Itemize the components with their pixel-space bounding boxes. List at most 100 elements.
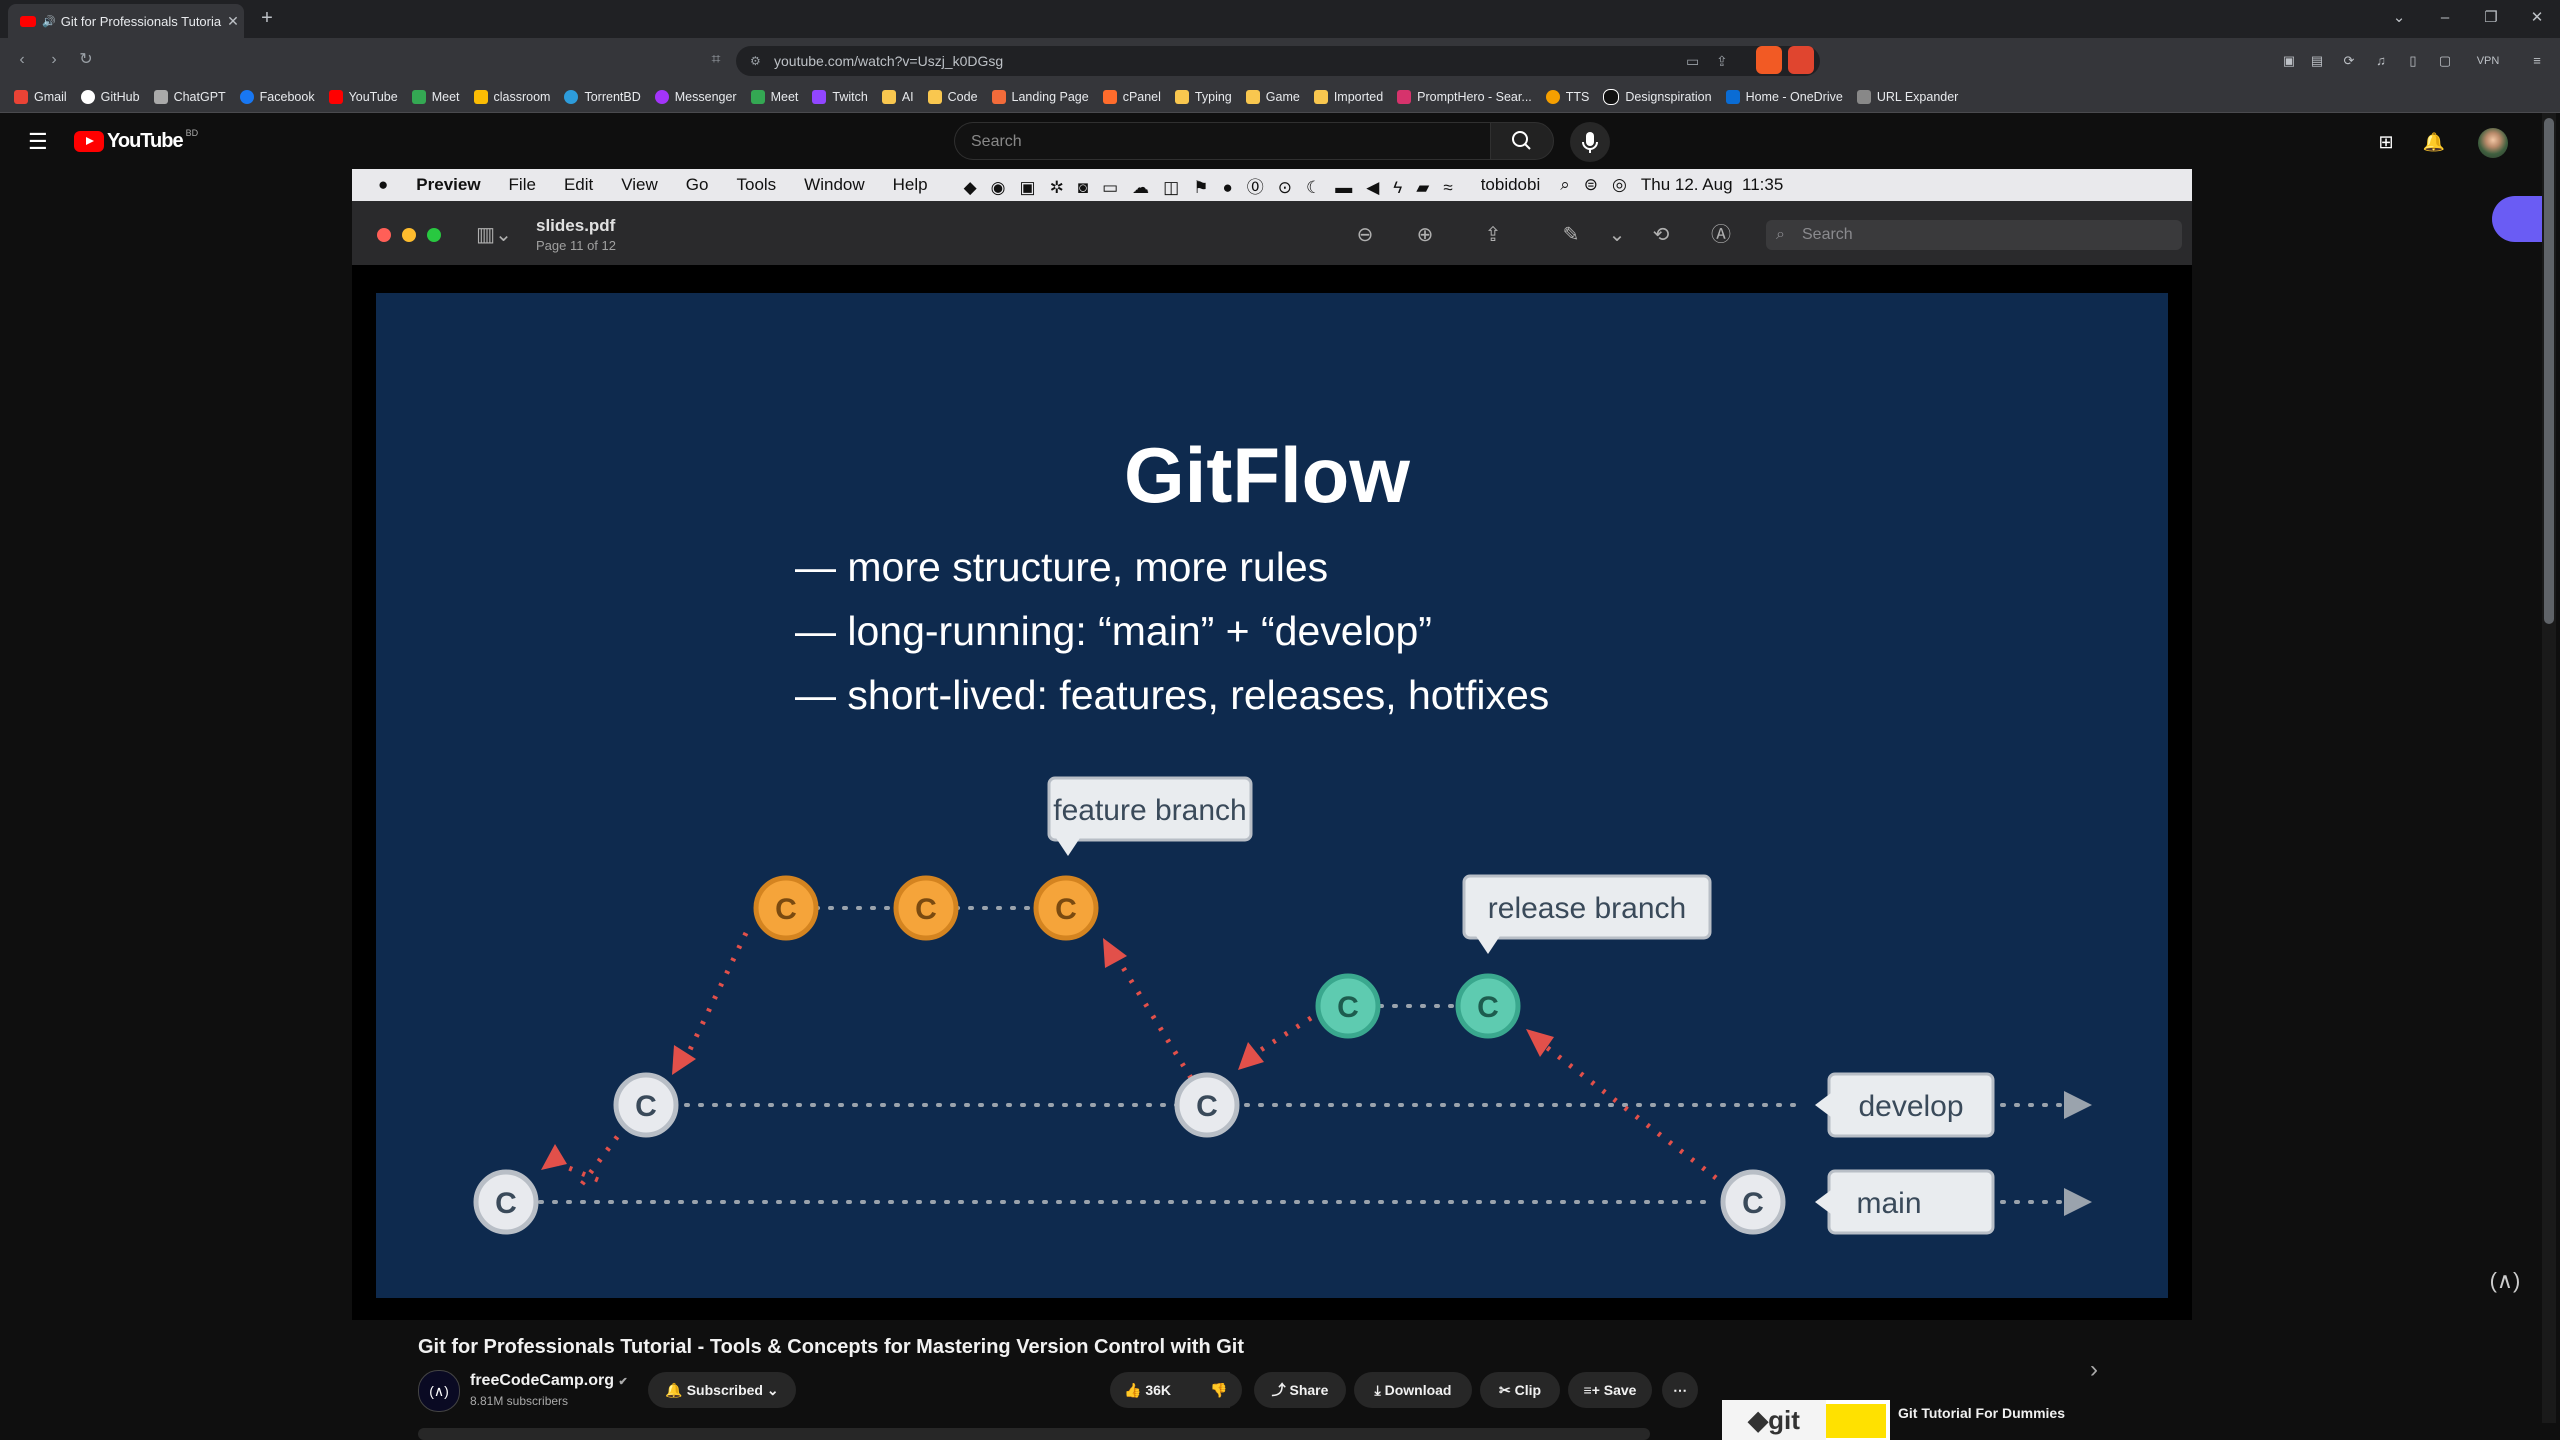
close-traffic-light xyxy=(377,228,391,242)
status-icons: ◆◉▣✲◙▭☁◫⚑●⓪⊙☾▬◀ϟ▰≈ xyxy=(963,177,1467,197)
tab-search-icon[interactable]: ⌄ xyxy=(2384,6,2414,30)
bookmark-page-icon[interactable]: ⌗ xyxy=(704,48,728,72)
bookmark-facebook[interactable]: Facebook xyxy=(239,90,315,104)
verified-icon: ✔ xyxy=(618,1376,628,1388)
menu-icon[interactable]: ☰ xyxy=(28,130,52,154)
zoom-traffic-light xyxy=(427,228,441,242)
extension-icon[interactable]: ▤ xyxy=(2306,50,2328,72)
pdf-page-indicator: Page 11 of 12 xyxy=(536,238,616,253)
site-info-icon[interactable]: ⚙ xyxy=(750,46,761,76)
reload-icon[interactable]: ↻ xyxy=(74,48,98,72)
bookmark-chatgpt[interactable]: ChatGPT xyxy=(153,90,226,104)
scrollbar-thumb[interactable] xyxy=(2544,118,2554,624)
channel-watermark-icon[interactable]: (∧) xyxy=(2482,1268,2528,1308)
zoom-in-icon: ⊕ xyxy=(1416,224,1434,246)
bookmark-designspiration[interactable]: Designspiration xyxy=(1603,89,1712,105)
share-icon: ⤴ xyxy=(1271,1382,1290,1398)
extension-sidebar-button[interactable] xyxy=(2492,196,2542,242)
user-avatar[interactable] xyxy=(2478,128,2508,158)
close-tab-icon[interactable]: ✕ xyxy=(222,13,244,30)
classroom-icon xyxy=(473,90,488,104)
bookmark-url-expander[interactable]: URL Expander xyxy=(1856,90,1958,104)
browser-tab[interactable]: 🔊 Git for Professionals Tutorial ✕ xyxy=(8,4,244,38)
bookmark-meet-2[interactable]: Meet xyxy=(750,90,798,104)
wallet-icon[interactable]: ▢ xyxy=(2434,50,2456,72)
commit-release-2: C xyxy=(1455,973,1521,1039)
cast-icon[interactable]: ▭ xyxy=(1686,46,1699,76)
bookmark-folder-ai[interactable]: AI xyxy=(881,90,914,104)
download-button[interactable]: ⤓ Download xyxy=(1354,1372,1472,1408)
svg-text:C: C xyxy=(635,1090,657,1123)
browser-menu-icon[interactable]: ≡ xyxy=(2526,50,2548,72)
chevron-right-icon[interactable]: › xyxy=(2090,1356,2098,1384)
bookmark-messenger[interactable]: Messenger xyxy=(654,90,737,104)
brave-rewards-icon[interactable] xyxy=(1788,46,1814,74)
new-tab-button[interactable]: + xyxy=(255,6,279,30)
sidebar-icon[interactable]: ▯ xyxy=(2402,50,2424,72)
youtube-logo[interactable]: YouTube BD xyxy=(74,128,198,154)
bookmark-youtube[interactable]: YouTube xyxy=(328,90,398,104)
chevron-down-icon: ⌄ xyxy=(762,1382,779,1398)
dislike-button[interactable]: 👎 xyxy=(1196,1372,1242,1408)
address-bar[interactable]: ⚙ youtube.com/watch?v=Uszj_k0DGsg ▭ ⇪ xyxy=(736,46,1820,76)
bookmark-onedrive[interactable]: Home - OneDrive xyxy=(1725,90,1843,104)
subscribed-button[interactable]: 🔔 Subscribed ⌄ xyxy=(648,1372,796,1408)
bookmark-cpanel[interactable]: cPanel xyxy=(1102,90,1161,104)
bookmark-torrentbd[interactable]: TorrentBD xyxy=(564,90,641,104)
close-window-button[interactable]: ✕ xyxy=(2522,6,2552,30)
notifications-bell-icon[interactable]: 🔔 xyxy=(2422,130,2446,154)
bookmark-landing-page[interactable]: Landing Page xyxy=(991,90,1089,104)
menu-tools: Tools xyxy=(736,175,777,194)
bookmark-folder-game[interactable]: Game xyxy=(1245,90,1300,104)
youtube-icon xyxy=(328,90,343,104)
save-button[interactable]: ≡+ Save xyxy=(1568,1372,1652,1408)
back-icon[interactable]: ‹ xyxy=(10,48,34,72)
youtube-play-icon xyxy=(74,130,104,152)
more-actions-button[interactable]: ⋯ xyxy=(1662,1372,1698,1408)
channel-avatar[interactable]: (∧) xyxy=(418,1370,460,1412)
markup-pen-icon: ✎ xyxy=(1562,224,1580,246)
bookmark-github[interactable]: GitHub xyxy=(80,90,140,104)
extension-icon[interactable]: ⟳ xyxy=(2338,50,2360,72)
thumbs-up-icon: 👍 xyxy=(1124,1382,1146,1398)
youtube-search-input[interactable]: Search xyxy=(954,122,1490,160)
annotate-icon: Ⓐ xyxy=(1711,224,1731,246)
media-control-icon[interactable]: ♫ xyxy=(2370,50,2392,72)
bookmark-folder-typing[interactable]: Typing xyxy=(1174,90,1232,104)
clip-button[interactable]: ✂ Clip xyxy=(1480,1372,1560,1408)
minimize-button[interactable]: – xyxy=(2430,6,2460,30)
recommended-video-thumbnail[interactable]: ◆git xyxy=(1722,1400,1890,1440)
brave-shields-icon[interactable] xyxy=(1756,46,1782,74)
channel-name[interactable]: freeCodeCamp.org ✔ xyxy=(470,1372,628,1390)
bookmark-meet[interactable]: Meet xyxy=(411,90,460,104)
bookmark-classroom[interactable]: classroom xyxy=(473,90,550,104)
github-icon xyxy=(80,90,95,104)
share-button[interactable]: ⤴ Share xyxy=(1254,1372,1346,1408)
youtube-search-button[interactable] xyxy=(1490,122,1554,160)
voice-search-button[interactable] xyxy=(1570,122,1610,162)
twitch-icon xyxy=(812,90,827,104)
bookmark-folder-imported[interactable]: Imported xyxy=(1313,90,1383,104)
share-page-icon[interactable]: ⇪ xyxy=(1716,46,1728,76)
release-branch-label: release branch xyxy=(1462,874,1712,954)
spotlight-icon: ⌕ xyxy=(1560,175,1570,194)
recommended-video-title[interactable]: Git Tutorial For Dummies xyxy=(1898,1405,2065,1421)
onedrive-icon xyxy=(1725,90,1740,104)
browser-tab-strip: 🔊 Git for Professionals Tutorial ✕ + ⌄ –… xyxy=(0,0,2560,38)
bookmark-prompthero[interactable]: PromptHero - Sear... xyxy=(1397,90,1532,104)
siri-icon: ◎ xyxy=(1612,175,1627,194)
designspiration-icon xyxy=(1603,89,1620,105)
create-video-icon[interactable]: ⊞ xyxy=(2374,130,2398,154)
video-title: Git for Professionals Tutorial - Tools &… xyxy=(418,1336,1244,1358)
microphone-icon xyxy=(1582,132,1598,153)
next-section-placeholder xyxy=(418,1428,1650,1440)
vpn-button[interactable]: VPN xyxy=(2470,50,2506,72)
bookmark-gmail[interactable]: Gmail xyxy=(14,90,67,104)
scissors-icon: ✂ xyxy=(1498,1382,1515,1398)
forward-icon[interactable]: › xyxy=(42,48,66,72)
maximize-button[interactable]: ❐ xyxy=(2476,6,2506,30)
bookmark-tts[interactable]: TTS xyxy=(1545,90,1589,104)
extension-icon[interactable]: ▣ xyxy=(2278,50,2300,72)
bookmark-folder-code[interactable]: Code xyxy=(927,90,978,104)
bookmark-twitch[interactable]: Twitch xyxy=(812,90,868,104)
